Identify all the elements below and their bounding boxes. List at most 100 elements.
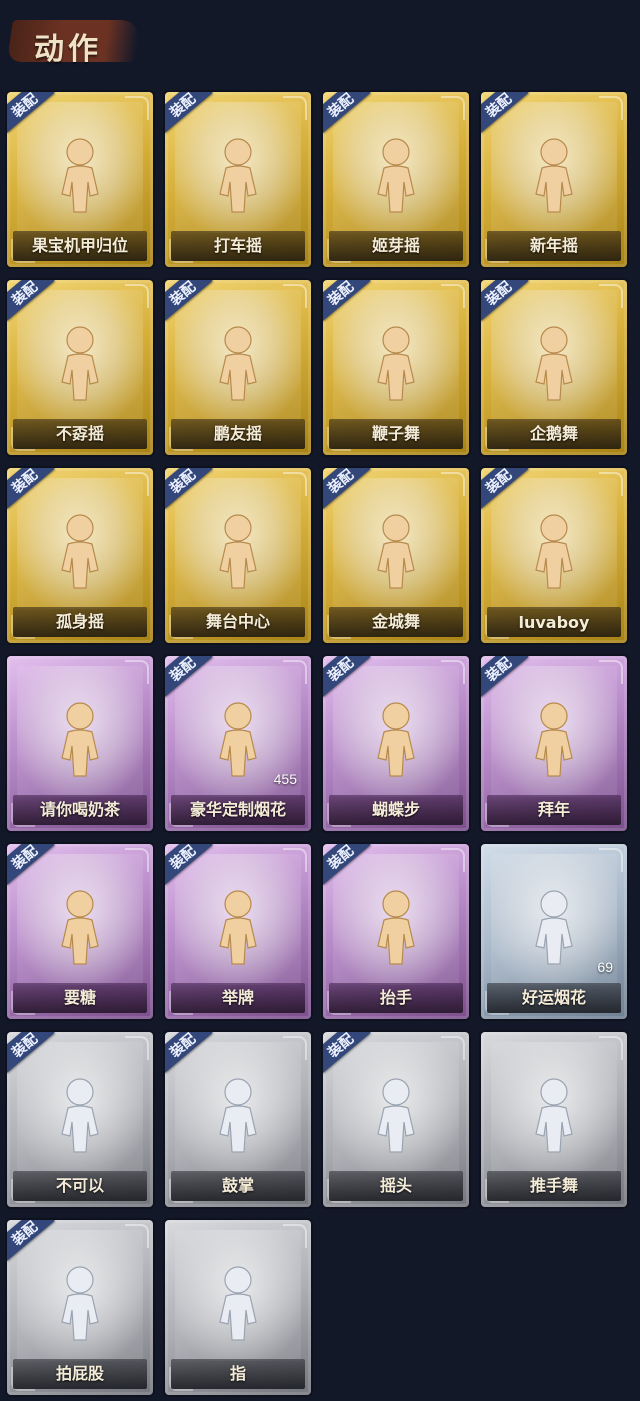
card-label: 要糖 [63, 988, 96, 1007]
action-card[interactable]: luvaboy 装配 [481, 468, 627, 643]
corner-ornament [125, 1036, 149, 1060]
dance-figure-icon [360, 322, 432, 414]
action-card[interactable]: 舞台中心 装配 [165, 468, 311, 643]
card-label: 好运烟花 [521, 988, 586, 1007]
card-label: 指 [229, 1364, 246, 1383]
dance-figure-icon [44, 134, 116, 226]
action-card[interactable]: 拜年 装配 [481, 656, 627, 831]
card-label: 鞭子舞 [371, 424, 420, 443]
figure-icon [44, 1262, 116, 1354]
dance-figure-icon [518, 134, 590, 226]
dance-figure-icon [202, 510, 274, 602]
corner-ornament [125, 96, 149, 120]
action-card[interactable]: 抬手 装配 [323, 844, 469, 1019]
sign-figure-icon [202, 886, 274, 978]
corner-ornament [125, 660, 149, 684]
card-label: 举牌 [221, 988, 254, 1007]
figure-icon [44, 886, 116, 978]
clap-icon [202, 1074, 274, 1166]
action-grid: 果宝机甲归位 装配 打车摇 装配 姬芽摇 装配 新年摇 装配 不孬摇 装配 鹏友摇 装配 鞭子舞 装配 企鹅… [7, 92, 633, 1395]
corner-ornament [125, 284, 149, 308]
fireworks-icon [202, 698, 274, 790]
card-label: 摇头 [379, 1176, 412, 1195]
corner-ornament [283, 660, 307, 684]
action-card[interactable]: 蝴蝶步 装配 [323, 656, 469, 831]
card-label: 抬手 [379, 988, 412, 1007]
action-card[interactable]: 鼓掌 装配 [165, 1032, 311, 1207]
card-label: 孤身摇 [55, 612, 104, 631]
action-card[interactable]: 不可以 装配 [7, 1032, 153, 1207]
milk-tea-figure-icon [44, 698, 116, 790]
corner-ornament [441, 96, 465, 120]
card-label: luvaboy [518, 613, 590, 632]
dance-figure-icon [202, 134, 274, 226]
section-header: 动作 [7, 14, 141, 67]
dance-figure-icon [360, 510, 432, 602]
card-label: 豪华定制烟花 [189, 800, 286, 819]
card-label: 鼓掌 [221, 1176, 254, 1195]
card-label: 果宝机甲归位 [31, 236, 128, 255]
action-card[interactable]: 打车摇 装配 [165, 92, 311, 267]
point-hand-icon [202, 1262, 274, 1354]
corner-ornament [599, 284, 623, 308]
dance-figure-icon [360, 134, 432, 226]
corner-ornament [599, 1036, 623, 1060]
corner-ornament [125, 1224, 149, 1248]
corner-ornament [441, 660, 465, 684]
card-label: 蝴蝶步 [371, 800, 420, 819]
card-label: 打车摇 [213, 236, 262, 255]
action-card[interactable]: 鞭子舞 装配 [323, 280, 469, 455]
dance-figure-icon [202, 322, 274, 414]
corner-ornament [441, 284, 465, 308]
card-label: 拜年 [537, 800, 570, 819]
figure-icon [360, 886, 432, 978]
item-count: 69 [597, 959, 613, 975]
dance-figure-icon [360, 698, 432, 790]
action-card[interactable]: 举牌 装配 [165, 844, 311, 1019]
action-card[interactable]: 摇头 装配 [323, 1032, 469, 1207]
action-card[interactable]: 推手舞 [481, 1032, 627, 1207]
corner-ornament [283, 96, 307, 120]
action-card[interactable]: 金城舞 装配 [323, 468, 469, 643]
action-card[interactable]: 新年摇 装配 [481, 92, 627, 267]
card-label: 拍屁股 [55, 1364, 104, 1383]
corner-ornament [283, 1036, 307, 1060]
action-card[interactable]: 企鹅舞 装配 [481, 280, 627, 455]
action-card[interactable]: 455 豪华定制烟花 装配 [165, 656, 311, 831]
corner-ornament [125, 848, 149, 872]
action-card[interactable]: 鹏友摇 装配 [165, 280, 311, 455]
card-label: 姬芽摇 [371, 236, 420, 255]
card-label: 推手舞 [529, 1176, 578, 1195]
dance-figure-icon [44, 322, 116, 414]
corner-ornament [599, 848, 623, 872]
action-card[interactable]: 不孬摇 装配 [7, 280, 153, 455]
corner-ornament [441, 848, 465, 872]
card-label: 企鹅舞 [529, 424, 578, 443]
action-card[interactable]: 拍屁股 装配 [7, 1220, 153, 1395]
corner-ornament [283, 284, 307, 308]
card-label: 不可以 [55, 1176, 104, 1195]
dance-figure-icon [518, 510, 590, 602]
action-card[interactable]: 指 [165, 1220, 311, 1395]
card-label: 金城舞 [371, 612, 420, 631]
dance-figure-icon [518, 322, 590, 414]
action-card[interactable]: 请你喝奶茶 [7, 656, 153, 831]
action-card[interactable]: 果宝机甲归位 装配 [7, 92, 153, 267]
corner-ornament [441, 1036, 465, 1060]
corner-ornament [441, 472, 465, 496]
corner-ornament [283, 472, 307, 496]
action-card[interactable]: 要糖 装配 [7, 844, 153, 1019]
corner-ornament [283, 1224, 307, 1248]
corner-ornament [599, 660, 623, 684]
dance-figure-icon [44, 510, 116, 602]
action-card[interactable]: 69 好运烟花 [481, 844, 627, 1019]
corner-ornament [599, 96, 623, 120]
card-label: 不孬摇 [55, 424, 104, 443]
card-label: 鹏友摇 [213, 424, 262, 443]
action-card[interactable]: 孤身摇 装配 [7, 468, 153, 643]
action-card[interactable]: 姬芽摇 装配 [323, 92, 469, 267]
card-label: 舞台中心 [205, 612, 270, 631]
card-label: 新年摇 [529, 236, 578, 255]
finger-wag-icon [44, 1074, 116, 1166]
corner-ornament [125, 472, 149, 496]
